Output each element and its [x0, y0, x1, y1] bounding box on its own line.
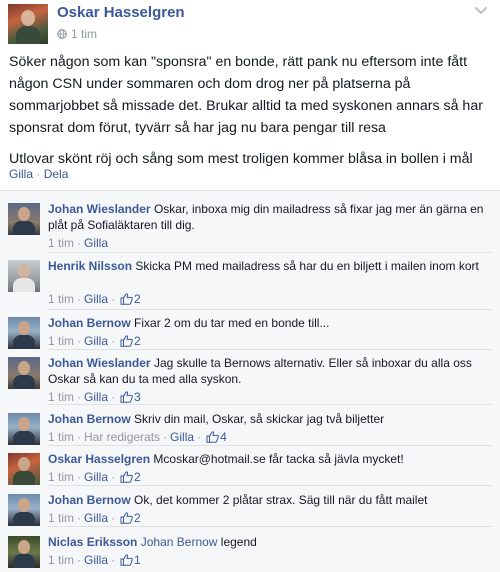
like-count[interactable]: 2: [134, 292, 141, 306]
comment-author[interactable]: Johan Wieslander: [48, 356, 151, 370]
comment-meta: 1 tim · Gilla · 3: [48, 390, 141, 404]
avatar[interactable]: [8, 260, 40, 292]
comment-meta: 1 tim · Gilla · 2: [48, 470, 141, 484]
comment-body: Fixar 2 om du tar med en bonde till...: [134, 316, 330, 330]
comment-like-link[interactable]: Gilla: [170, 430, 194, 444]
comment-text: Johan Wieslander Oskar, inboxa mig din m…: [48, 201, 488, 233]
separator: ·: [36, 167, 41, 181]
chevron-down-icon[interactable]: [474, 6, 488, 16]
comment-text: Johan Bernow Ok, det kommer 2 plåtar str…: [48, 492, 488, 508]
thumbs-up-icon: [120, 293, 133, 305]
post-actions: Gilla · Dela: [9, 167, 68, 181]
comment-time[interactable]: 1 tim: [48, 292, 74, 306]
like-count[interactable]: 2: [134, 511, 141, 525]
comment-text: Johan Wieslander Jag skulle ta Bernows a…: [48, 355, 488, 387]
comment-like-link[interactable]: Gilla: [84, 236, 108, 250]
comment-author[interactable]: Johan Bernow: [48, 412, 131, 426]
avatar[interactable]: [8, 413, 40, 445]
comment-author[interactable]: Johan Wieslander: [48, 202, 151, 216]
comment-like-link[interactable]: Gilla: [84, 553, 108, 567]
comment-like-link[interactable]: Gilla: [84, 292, 108, 306]
author-avatar[interactable]: [8, 4, 48, 44]
like-count[interactable]: 3: [134, 390, 141, 404]
comment-time[interactable]: 1 tim: [48, 334, 74, 348]
comment-list: Johan Wieslander Oskar, inboxa mig din m…: [0, 190, 500, 572]
thumbs-up-icon: [120, 335, 133, 347]
comment-body: Skriv din mail, Oskar, så skickar jag tv…: [134, 412, 385, 426]
comment-time[interactable]: 1 tim: [48, 553, 74, 567]
comment-meta: 1 tim · Gilla: [48, 236, 109, 250]
comment-body: Skicka PM med mailadress så har du en bi…: [135, 259, 479, 273]
thumbs-up-icon: [120, 391, 133, 403]
post-share-link[interactable]: Dela: [44, 167, 69, 181]
comment-meta: 1 tim · Har redigerats · Gilla · 4: [48, 430, 227, 444]
comment-time[interactable]: 1 tim: [48, 430, 74, 444]
thumbs-up-icon: [120, 554, 133, 566]
comment-time[interactable]: 1 tim: [48, 470, 74, 484]
mentioned-user[interactable]: Johan Bernow: [141, 535, 218, 549]
comment-body: legend: [220, 535, 257, 549]
avatar[interactable]: [8, 453, 40, 485]
comment-meta: 1 tim · Gilla · 2: [48, 292, 141, 306]
comment-author[interactable]: Henrik Nilsson: [48, 259, 132, 273]
comment-body: Mcoskar@hotmail.se får tacka så jävla my…: [153, 452, 404, 466]
comment-text: Niclas Eriksson Johan Bernow legend: [48, 534, 488, 550]
globe-icon: [57, 29, 67, 39]
comment-meta: 1 tim · Gilla · 2: [48, 334, 141, 348]
comment-like-link[interactable]: Gilla: [84, 390, 108, 404]
thumbs-up-icon: [120, 512, 133, 524]
comment-like-link[interactable]: Gilla: [84, 511, 108, 525]
thumbs-up-icon: [206, 431, 219, 443]
like-count[interactable]: 1: [134, 553, 141, 567]
like-count[interactable]: 4: [220, 430, 227, 444]
post-meta: 1 tim: [57, 27, 97, 41]
post-body: Söker någon som kan "sponsra" en bonde, …: [9, 51, 491, 179]
avatar[interactable]: [8, 317, 40, 349]
edited-label[interactable]: Har redigerats: [84, 430, 160, 444]
comment-time[interactable]: 1 tim: [48, 236, 74, 250]
comment-author[interactable]: Niclas Eriksson: [48, 535, 137, 549]
comment-like-link[interactable]: Gilla: [84, 334, 108, 348]
comment-text: Johan Bernow Fixar 2 om du tar med en bo…: [48, 315, 488, 331]
comment-like-link[interactable]: Gilla: [84, 470, 108, 484]
avatar[interactable]: [8, 494, 40, 526]
comment-text: Johan Bernow Skriv din mail, Oskar, så s…: [48, 411, 488, 427]
comment-time[interactable]: 1 tim: [48, 511, 74, 525]
post-paragraph: Söker någon som kan "sponsra" en bonde, …: [9, 54, 483, 136]
thumbs-up-icon: [120, 471, 133, 483]
like-count[interactable]: 2: [134, 334, 141, 348]
comment-body: Ok, det kommer 2 plåtar strax. Säg till …: [134, 493, 428, 507]
avatar[interactable]: [8, 203, 40, 235]
post-paragraph: Utlovar skönt röj och sång som mest trol…: [9, 151, 473, 167]
comment-meta: 1 tim · Gilla · 1: [48, 553, 141, 567]
post-author-name[interactable]: Oskar Hasselgren: [57, 4, 185, 21]
comment-author[interactable]: Johan Bernow: [48, 493, 131, 507]
like-count[interactable]: 2: [134, 470, 141, 484]
post-like-link[interactable]: Gilla: [9, 167, 33, 181]
avatar[interactable]: [8, 536, 40, 568]
comment-time[interactable]: 1 tim: [48, 390, 74, 404]
comment-text: Oskar Hasselgren Mcoskar@hotmail.se får …: [48, 451, 488, 467]
comment-text: Henrik Nilsson Skicka PM med mailadress …: [48, 258, 488, 274]
comment-meta: 1 tim · Gilla · 2: [48, 511, 141, 525]
comment-author[interactable]: Oskar Hasselgren: [48, 452, 150, 466]
comment-author[interactable]: Johan Bernow: [48, 316, 131, 330]
avatar[interactable]: [8, 357, 40, 389]
post-time[interactable]: 1 tim: [71, 27, 97, 41]
